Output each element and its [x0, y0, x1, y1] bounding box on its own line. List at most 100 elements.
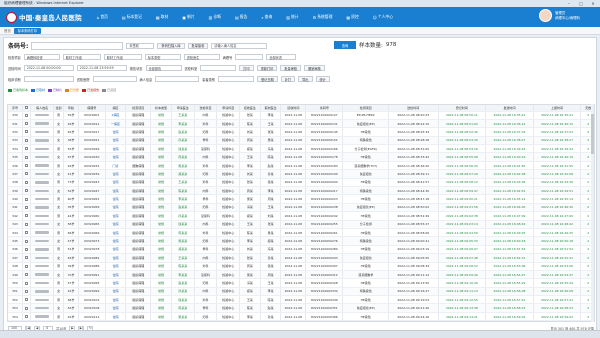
breadcrumb-home[interactable]: 首页: [4, 28, 11, 33]
row-checkbox[interactable]: [25, 231, 29, 235]
row-checkbox[interactable]: [25, 113, 29, 117]
row-checkbox[interactable]: [25, 130, 29, 134]
table-row[interactable]: 345 女 47岁 00320073 住院 组织病理 常规 吴某某 妇科 检验中心 李某 郑某 2022…: [8, 236, 594, 246]
work-group-select-2[interactable]: 取材工作组: [103, 54, 142, 60]
close-button[interactable]: ✕: [588, 0, 598, 6]
table-row[interactable]: 331 女 46岁 00320012 一病区 组织病理 常规 李某某 外科 检验中心 陈某 王某 202…: [8, 119, 594, 129]
table-row[interactable]: 352 男 68岁 00320104 住院 组织病理 常规 钱某某 外科 检验中心 王某 陈某 2022…: [8, 295, 594, 305]
row-checkbox[interactable]: [25, 289, 29, 293]
row-checkbox[interactable]: [25, 172, 29, 176]
row-checkbox-cell[interactable]: [22, 270, 32, 280]
row-checkbox[interactable]: [25, 222, 29, 226]
row-checkbox-cell[interactable]: [22, 161, 32, 171]
row-checkbox-cell[interactable]: [22, 144, 32, 154]
menu-item-register[interactable]: ▤ 标本登记: [115, 7, 149, 27]
row-checkbox-cell[interactable]: [22, 295, 32, 305]
status-select[interactable]: 未签收: [126, 42, 155, 49]
row-checkbox-cell[interactable]: [22, 203, 32, 213]
menu-item-query[interactable]: ⌕ 查询: [254, 7, 279, 27]
patient-info-input[interactable]: [155, 76, 200, 82]
table-scrollbar[interactable]: [591, 104, 594, 322]
report-status-select[interactable]: 全部报告: [145, 65, 182, 71]
status-filter-select[interactable]: 全部状态: [266, 54, 297, 60]
row-checkbox-cell[interactable]: [22, 228, 32, 238]
menu-item-stats[interactable]: ▨ 统计: [279, 7, 305, 27]
row-checkbox[interactable]: [25, 180, 29, 184]
row-checkbox-cell[interactable]: [22, 178, 32, 188]
table-row[interactable]: 353 女 54岁 00320108 住院 组织病理 常规 周某某 骨科 检验中心 陈某 赵某 2022…: [8, 303, 594, 313]
scrollbar-thumb[interactable]: [591, 114, 594, 154]
table-row[interactable]: 341 女 35岁 00320056 住院 组织病理 常规 赵某某 妇科 检验中心 冯某 王某 2022…: [8, 203, 594, 213]
exam-item-select[interactable]: 病理科检查: [23, 54, 60, 60]
row-checkbox-cell[interactable]: [22, 236, 32, 246]
row-checkbox[interactable]: [25, 239, 29, 243]
row-checkbox-cell[interactable]: [22, 136, 32, 146]
start-time-input[interactable]: 2022-11-08 00:00:00: [23, 65, 74, 71]
table-row[interactable]: 338 男 73岁 00320043 住院 组织病理 常规 王某某 外科 检验中心 张某 钱某 2022…: [8, 178, 594, 188]
table-row[interactable]: 330 男 59岁 00320001 2病区 组织病理 常规 王某某 内科 检验中心 张某 李某 202…: [8, 111, 594, 120]
row-checkbox-cell[interactable]: [22, 312, 32, 321]
row-checkbox-cell[interactable]: [22, 278, 32, 288]
user-profile[interactable]: 管理员 病理中心/病理科: [539, 9, 580, 22]
row-checkbox-cell[interactable]: [22, 169, 32, 179]
table-row[interactable]: 335 女 67岁 00320030 住院 组织病理 常规 周某某 内科 检验中心 王某 陈某 2022…: [8, 152, 594, 162]
row-checkbox[interactable]: [25, 306, 29, 310]
row-checkbox-cell[interactable]: [22, 262, 32, 271]
table-row[interactable]: 350 男 57岁 00320095 住院 组织病理 常规 赵某某 妇科 检验中心 冯某 王某 2022…: [8, 278, 594, 288]
row-checkbox-cell[interactable]: [22, 127, 32, 137]
row-checkbox-cell[interactable]: [22, 152, 32, 162]
revoke-audit-button[interactable]: 撤销审核: [304, 65, 325, 71]
reprint-button[interactable]: 重新打印: [256, 65, 278, 71]
batch-receive-button[interactable]: 批量接收: [187, 42, 209, 49]
patient-type-select[interactable]: [218, 76, 254, 82]
table-row[interactable]: 334 男 55岁 00320026 住院 组织病理 常规 钱某某 泌尿科 检验中心 郑某 冯某 202…: [8, 144, 594, 154]
specimen-type-select[interactable]: 标本类型: [144, 54, 181, 60]
pathology-no-input[interactable]: [235, 54, 264, 60]
table-row[interactable]: 346 男 51岁 00320078 住院 组织病理 常规 郑某某 骨科 检验中心 刘某 冯某 2022…: [8, 245, 594, 255]
menu-item-grossing[interactable]: ▦ 取材: [149, 7, 175, 27]
row-checkbox[interactable]: [25, 247, 29, 251]
minimize-button[interactable]: –: [564, 0, 574, 6]
row-checkbox[interactable]: [25, 281, 29, 285]
batch-audit-button[interactable]: 批量审核: [280, 65, 302, 71]
work-group-select[interactable]: 取材工作组: [62, 54, 101, 60]
table-row[interactable]: 348 男 39岁 00320086 住院 组织病理 常规 陈某某 外科 检验中心 周某 钱某 2022…: [8, 262, 594, 271]
menu-item-home[interactable]: ⌂ 首页: [90, 7, 115, 27]
table-row[interactable]: 343 女 58岁 00320065 住院 组织病理 常规 钱某某 内科 检验中心 王某 张某 2022…: [8, 220, 594, 229]
row-checkbox[interactable]: [25, 197, 29, 201]
stats-button[interactable]: 统计: [315, 76, 330, 82]
scan-button[interactable]: 条码扫描入库: [157, 42, 185, 49]
table-row[interactable]: 339 女 52岁 00320047 住院 组织病理 常规 陈某某 内科 检验中心 周某 李某 2022…: [8, 186, 594, 196]
table-row[interactable]: 336 男 49岁 00320034 门诊 细胞病理 常规 吴某某 外科 检验中心 李某 赵某 2022…: [8, 161, 594, 171]
barcode-input[interactable]: [31, 41, 124, 50]
table-row[interactable]: 351 女 42岁 00320099 住院 组织病理 常规 孙某某 内科 检验中心 郑某 李某 2022…: [8, 287, 594, 297]
patient-name-input[interactable]: 请输入病人姓名: [211, 42, 268, 49]
table-row[interactable]: 333 女 38岁 00320021 住院 组织病理 常规 孙某某 骨科 检验中心 周某 吴某 2022…: [8, 136, 594, 146]
row-checkbox-cell[interactable]: [22, 119, 32, 129]
menu-item-slide[interactable]: ▣ 制片: [175, 7, 201, 27]
row-checkbox-cell[interactable]: [22, 303, 32, 313]
row-checkbox-cell[interactable]: [22, 220, 32, 229]
reissue-button[interactable]: 补打: [280, 76, 296, 82]
row-checkbox-cell[interactable]: [22, 194, 32, 204]
row-checkbox[interactable]: [25, 264, 29, 268]
doctor-select[interactable]: 送检医生: [183, 54, 220, 60]
dept-select[interactable]: [200, 65, 237, 71]
hospital-select[interactable]: [92, 76, 137, 82]
row-checkbox[interactable]: [25, 122, 29, 126]
row-checkbox-cell[interactable]: [22, 287, 32, 297]
menu-item-personal[interactable]: ☺ 个人中心: [366, 7, 400, 27]
row-checkbox[interactable]: [25, 147, 29, 151]
row-checkbox-cell[interactable]: [22, 186, 32, 196]
row-checkbox[interactable]: [25, 214, 29, 218]
row-checkbox[interactable]: [25, 298, 29, 302]
table-row[interactable]: 354 男 45岁 00320112 住院 组织病理 常规 吴某某 妇科 检验中心 李某 孙某 2022…: [8, 312, 594, 321]
row-checkbox[interactable]: [25, 189, 29, 193]
select-all-checkbox[interactable]: [25, 106, 29, 110]
row-checkbox[interactable]: [25, 138, 29, 142]
menu-item-system[interactable]: ⚙ 系统管理: [306, 7, 340, 27]
diagnosis-input[interactable]: [23, 76, 74, 82]
table-row[interactable]: 332 男 62岁 00320017 住院 组织病理 常规 赵某某 妇科 检验中心 刘某 张某 2022…: [8, 127, 594, 137]
row-checkbox[interactable]: [25, 273, 29, 277]
row-checkbox[interactable]: [25, 256, 29, 260]
